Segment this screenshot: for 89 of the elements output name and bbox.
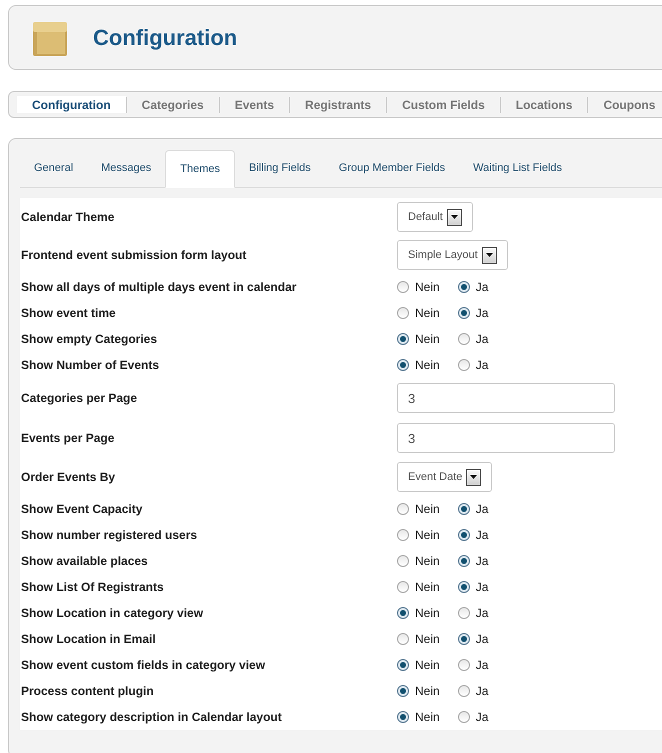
radio-label: Ja bbox=[476, 631, 488, 648]
setting-label: Frontend event submission form layout bbox=[21, 247, 248, 264]
radio-label: Ja bbox=[476, 605, 488, 622]
radio-button[interactable] bbox=[458, 359, 470, 371]
tab[interactable]: Group Member Fields bbox=[324, 149, 460, 187]
setting-label: Show event custom fields in category view bbox=[21, 657, 266, 674]
radio-label: Ja bbox=[476, 579, 488, 596]
radio-label: Ja bbox=[476, 279, 488, 296]
setting-label: Show List Of Registrants bbox=[21, 579, 165, 596]
setting-label: Show category description in Calendar layout bbox=[21, 709, 283, 726]
radio-label: Ja bbox=[476, 501, 488, 518]
setting-label: Show empty Categories bbox=[21, 331, 158, 348]
radio-button[interactable] bbox=[397, 503, 409, 515]
radio-button[interactable] bbox=[458, 607, 470, 619]
radio-button[interactable] bbox=[458, 281, 470, 293]
radio-button[interactable] bbox=[397, 607, 409, 619]
setting-label: Show Location in category view bbox=[21, 605, 204, 622]
tab[interactable]: Messages bbox=[87, 149, 166, 187]
menu-item[interactable]: Locations bbox=[500, 96, 588, 113]
radio-button[interactable] bbox=[458, 581, 470, 593]
menu-item[interactable]: Custom Fields bbox=[387, 96, 500, 113]
menu-item[interactable]: Configuration bbox=[17, 96, 126, 113]
menu-item[interactable]: Events bbox=[220, 96, 290, 113]
radio-label: Nein bbox=[415, 709, 440, 726]
setting-label: Show event time bbox=[21, 305, 117, 322]
tab[interactable]: Themes bbox=[165, 150, 236, 188]
setting-label: Calendar Theme bbox=[21, 209, 116, 226]
radio-label: Ja bbox=[476, 331, 488, 348]
radio-button[interactable] bbox=[458, 333, 470, 345]
radio-label: Ja bbox=[476, 709, 488, 726]
radio-button[interactable] bbox=[397, 711, 409, 723]
radio-label: Ja bbox=[476, 657, 488, 674]
radio-label: Nein bbox=[415, 331, 440, 348]
radio-label: Nein bbox=[415, 279, 440, 296]
tab[interactable]: General bbox=[20, 149, 88, 187]
radio-button[interactable] bbox=[458, 711, 470, 723]
input-field[interactable]: 3 bbox=[397, 423, 615, 453]
tab[interactable]: Waiting List Fields bbox=[459, 149, 576, 187]
radio-button[interactable] bbox=[397, 281, 409, 293]
setting-label: Show all days of multiple days event in calendar bbox=[21, 279, 298, 296]
radio-label: Ja bbox=[476, 305, 488, 322]
setting-label: Show available places bbox=[21, 553, 149, 570]
radio-label: Nein bbox=[415, 657, 440, 674]
setting-label: Order Events By bbox=[21, 469, 116, 486]
radio-label: Nein bbox=[415, 357, 440, 374]
radio-button[interactable] bbox=[458, 555, 470, 567]
setting-label: Events per Page bbox=[21, 430, 116, 447]
radio-label: Nein bbox=[415, 553, 440, 570]
radio-button[interactable] bbox=[458, 633, 470, 645]
radio-button[interactable] bbox=[397, 307, 409, 319]
radio-label: Ja bbox=[476, 553, 488, 570]
menu-item[interactable]: Coupons bbox=[588, 96, 662, 113]
radio-label: Ja bbox=[476, 357, 488, 374]
setting-label: Categories per Page bbox=[21, 390, 138, 407]
radio-label: Nein bbox=[415, 683, 440, 700]
menu-item[interactable]: Registrants bbox=[290, 96, 386, 113]
dropdown-select[interactable]: Default bbox=[397, 202, 473, 232]
radio-button[interactable] bbox=[458, 307, 470, 319]
radio-button[interactable] bbox=[397, 333, 409, 345]
dropdown-select[interactable]: Simple Layout bbox=[397, 240, 508, 270]
radio-button[interactable] bbox=[397, 685, 409, 697]
input-field[interactable]: 3 bbox=[397, 383, 615, 413]
radio-label: Nein bbox=[415, 579, 440, 596]
radio-label: Nein bbox=[415, 305, 440, 322]
radio-label: Nein bbox=[415, 605, 440, 622]
setting-label: Show Event Capacity bbox=[21, 501, 144, 518]
radio-button[interactable] bbox=[458, 529, 470, 541]
dropdown-select[interactable]: Event Date bbox=[397, 462, 492, 492]
radio-button[interactable] bbox=[397, 555, 409, 567]
setting-label: Show Location in Email bbox=[21, 631, 157, 648]
radio-button[interactable] bbox=[458, 659, 470, 671]
tab[interactable]: Billing Fields bbox=[235, 149, 325, 187]
radio-button[interactable] bbox=[458, 685, 470, 697]
menu-item[interactable]: Categories bbox=[126, 96, 219, 113]
radio-button[interactable] bbox=[397, 659, 409, 671]
radio-label: Nein bbox=[415, 527, 440, 544]
setting-label: Show Number of Events bbox=[21, 357, 160, 374]
radio-label: Nein bbox=[415, 501, 440, 518]
radio-label: Nein bbox=[415, 631, 440, 648]
page-title: Configuration bbox=[93, 24, 238, 52]
radio-label: Ja bbox=[476, 683, 488, 700]
radio-button[interactable] bbox=[397, 529, 409, 541]
radio-label: Ja bbox=[476, 527, 488, 544]
setting-label: Show number registered users bbox=[21, 527, 198, 544]
radio-button[interactable] bbox=[458, 503, 470, 515]
radio-button[interactable] bbox=[397, 359, 409, 371]
radio-button[interactable] bbox=[397, 633, 409, 645]
radio-button[interactable] bbox=[397, 581, 409, 593]
setting-label: Process content plugin bbox=[21, 683, 155, 700]
